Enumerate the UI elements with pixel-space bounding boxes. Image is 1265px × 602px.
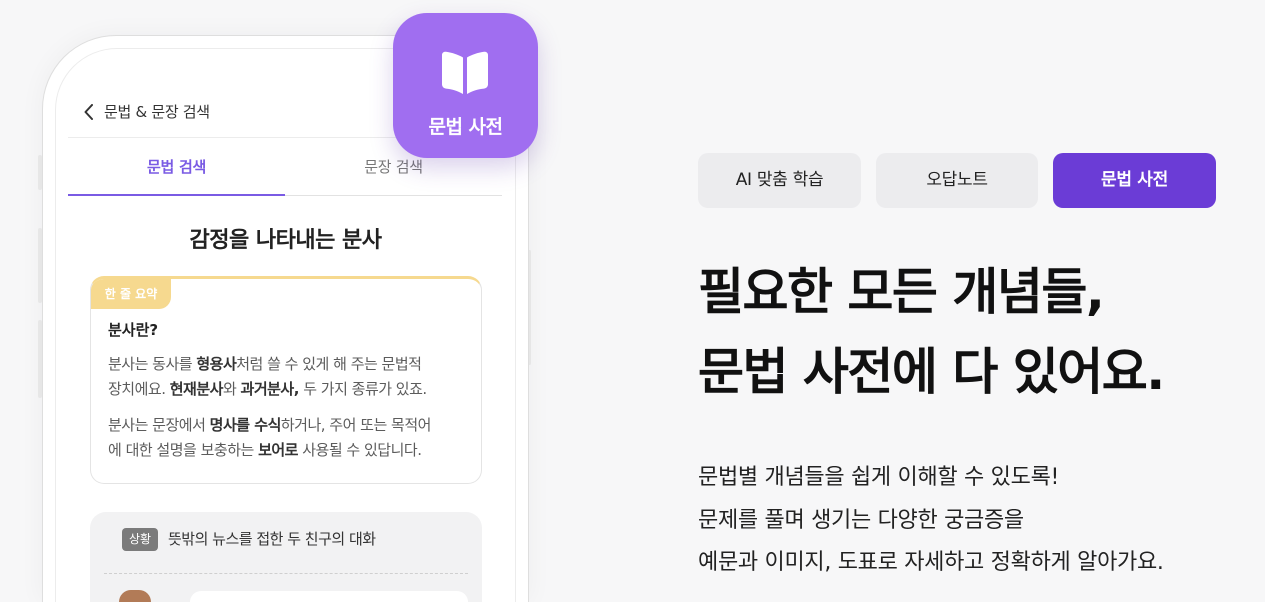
summary-card: 한 줄 요약 분사란? 분사는 동사를 형용사처럼 쓸 수 있게 해 주는 문법… <box>90 276 482 484</box>
emphasized-text: 과거분사, <box>240 380 300 398</box>
emphasized-text: 현재분사 <box>169 380 224 398</box>
description-line: 예문과 이미지, 도표로 자세하고 정확하게 알아가요. <box>698 550 1164 575</box>
summary-line: 분사는 문장에서 명사를 수식하거나, 주어 또는 목적어 <box>108 413 431 438</box>
grammar-dictionary-app-badge: 문법 사전 <box>393 13 538 158</box>
chevron-left-icon[interactable] <box>84 104 94 120</box>
text-run: 분사는 동사를 <box>108 355 197 373</box>
section-description: 문법별 개념들을 쉽게 이해할 수 있도록! 문제를 풀며 생기는 다양한 궁금… <box>698 457 1164 585</box>
feature-tab-grammar-dictionary[interactable]: 문법 사전 <box>1053 153 1216 208</box>
feature-tab-wrong-answer-note[interactable]: 오답노트 <box>876 153 1038 208</box>
text-run: 와 <box>222 380 241 398</box>
character-avatar-icon <box>119 590 151 602</box>
tab-grammar-search[interactable]: 문법 검색 <box>68 138 285 196</box>
tab-label: 문장 검색 <box>364 158 423 176</box>
description-line: 문제를 풀며 생기는 다양한 궁금증을 <box>698 507 1024 533</box>
situation-badge: 상황 <box>122 528 159 551</box>
emphasized-text: 형용사 <box>196 355 237 373</box>
app-badge-label: 문법 사전 <box>428 116 503 138</box>
text-run: 사용될 수 있답니다. <box>297 441 422 459</box>
situation-card: 상황 뜻밖의 뉴스를 접한 두 친구의 대화 <box>90 512 482 602</box>
text-run: 에 대한 설명을 보충하는 <box>108 441 259 459</box>
tab-label: 문법 검색 <box>147 158 206 176</box>
feature-section: 문법 & 문장 검색 문법 검색 문장 검색 감정을 나타내는 분사 한 줄 요… <box>0 0 1265 602</box>
emphasized-text: 보어로 <box>258 441 298 459</box>
text-run: 처럼 쓸 수 있게 해 주는 문법적 <box>236 355 422 373</box>
open-book-icon <box>442 51 488 94</box>
tab-underline <box>68 194 285 196</box>
summary-line: 장치에요. 현재분사와 과거분사, 두 가지 종류가 있죠. <box>108 377 427 402</box>
tab-underline <box>285 195 502 196</box>
screen-title: 문법 & 문장 검색 <box>104 103 210 121</box>
situation-description: 뜻밖의 뉴스를 접한 두 친구의 대화 <box>168 530 376 548</box>
summary-paragraph: 분사는 동사를 형용사처럼 쓸 수 있게 해 주는 문법적 장치에요. 현재분사… <box>108 352 427 402</box>
feature-tabs: AI 맞춤 학습 오답노트 문법 사전 <box>698 153 1216 208</box>
summary-heading: 분사란? <box>108 321 159 339</box>
text-run: 하거나, 주어 또는 목적어 <box>280 416 432 434</box>
text-run: 두 가지 종류가 있죠. <box>298 380 427 398</box>
section-headline: 필요한 모든 개념들, 문법 사전에 다 있어요. <box>698 252 1165 412</box>
description-line: 문법별 개념들을 쉽게 이해할 수 있도록! <box>698 465 1060 490</box>
dialogue-bubble <box>190 591 468 602</box>
entry-title: 감정을 나타내는 분사 <box>189 228 382 253</box>
headline-line: 문법 사전에 다 있어요. <box>698 343 1165 401</box>
summary-paragraph: 분사는 문장에서 명사를 수식하거나, 주어 또는 목적어 에 대한 설명을 보… <box>108 413 431 463</box>
text-run: 장치에요. <box>108 380 170 398</box>
emphasized-text: 명사를 수식 <box>209 416 282 434</box>
headline-line: 필요한 모든 개념들, <box>698 263 1105 321</box>
summary-line: 분사는 동사를 형용사처럼 쓸 수 있게 해 주는 문법적 <box>108 352 427 377</box>
text-run: 분사는 문장에서 <box>108 416 210 434</box>
feature-tab-ai-learning[interactable]: AI 맞춤 학습 <box>698 153 861 208</box>
summary-badge: 한 줄 요약 <box>91 279 171 309</box>
summary-line: 에 대한 설명을 보충하는 보어로 사용될 수 있답니다. <box>108 438 431 463</box>
dashed-divider <box>104 573 468 574</box>
